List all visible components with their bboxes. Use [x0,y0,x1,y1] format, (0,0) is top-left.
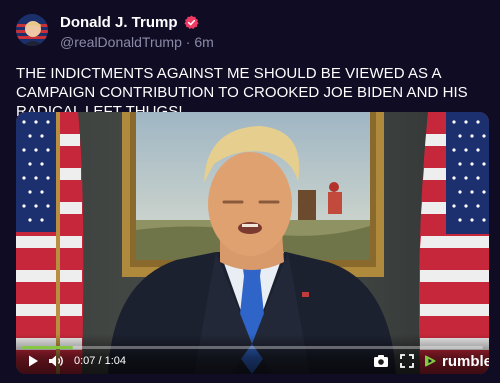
post-header: Donald J. Trump @realDonaldTrump · 6m [16,12,486,52]
separator: · [185,34,191,50]
rumble-link[interactable]: rumble [422,352,489,370]
screenshot-icon [374,355,388,367]
progress-bar[interactable] [22,346,483,349]
name-row: Donald J. Trump [60,14,199,31]
time-display: 0:07 / 1:04 [74,352,126,370]
screenshot-button[interactable] [373,352,389,370]
volume-button[interactable] [48,352,66,370]
play-button[interactable] [26,352,40,370]
avatar[interactable] [16,14,48,46]
play-icon [29,355,38,367]
video-player[interactable]: 0:07 / 1:04 rumble [16,112,489,374]
current-time: 0:07 [74,355,96,367]
progress-fill [22,346,73,349]
fullscreen-button[interactable] [400,352,414,370]
post-age[interactable]: 6m [194,34,213,50]
rumble-label: rumble [442,352,489,370]
video-controls: 0:07 / 1:04 rumble [16,334,489,374]
fullscreen-icon [400,354,414,368]
volume-icon [49,355,63,367]
display-name[interactable]: Donald J. Trump [60,14,178,31]
verified-badge-icon [183,15,199,29]
handle[interactable]: @realDonaldTrump [60,34,182,50]
time-separator: / [95,355,105,367]
duration: 1:04 [104,355,127,367]
rumble-logo-icon [425,355,436,367]
handle-row: @realDonaldTrump · 6m [60,34,214,50]
